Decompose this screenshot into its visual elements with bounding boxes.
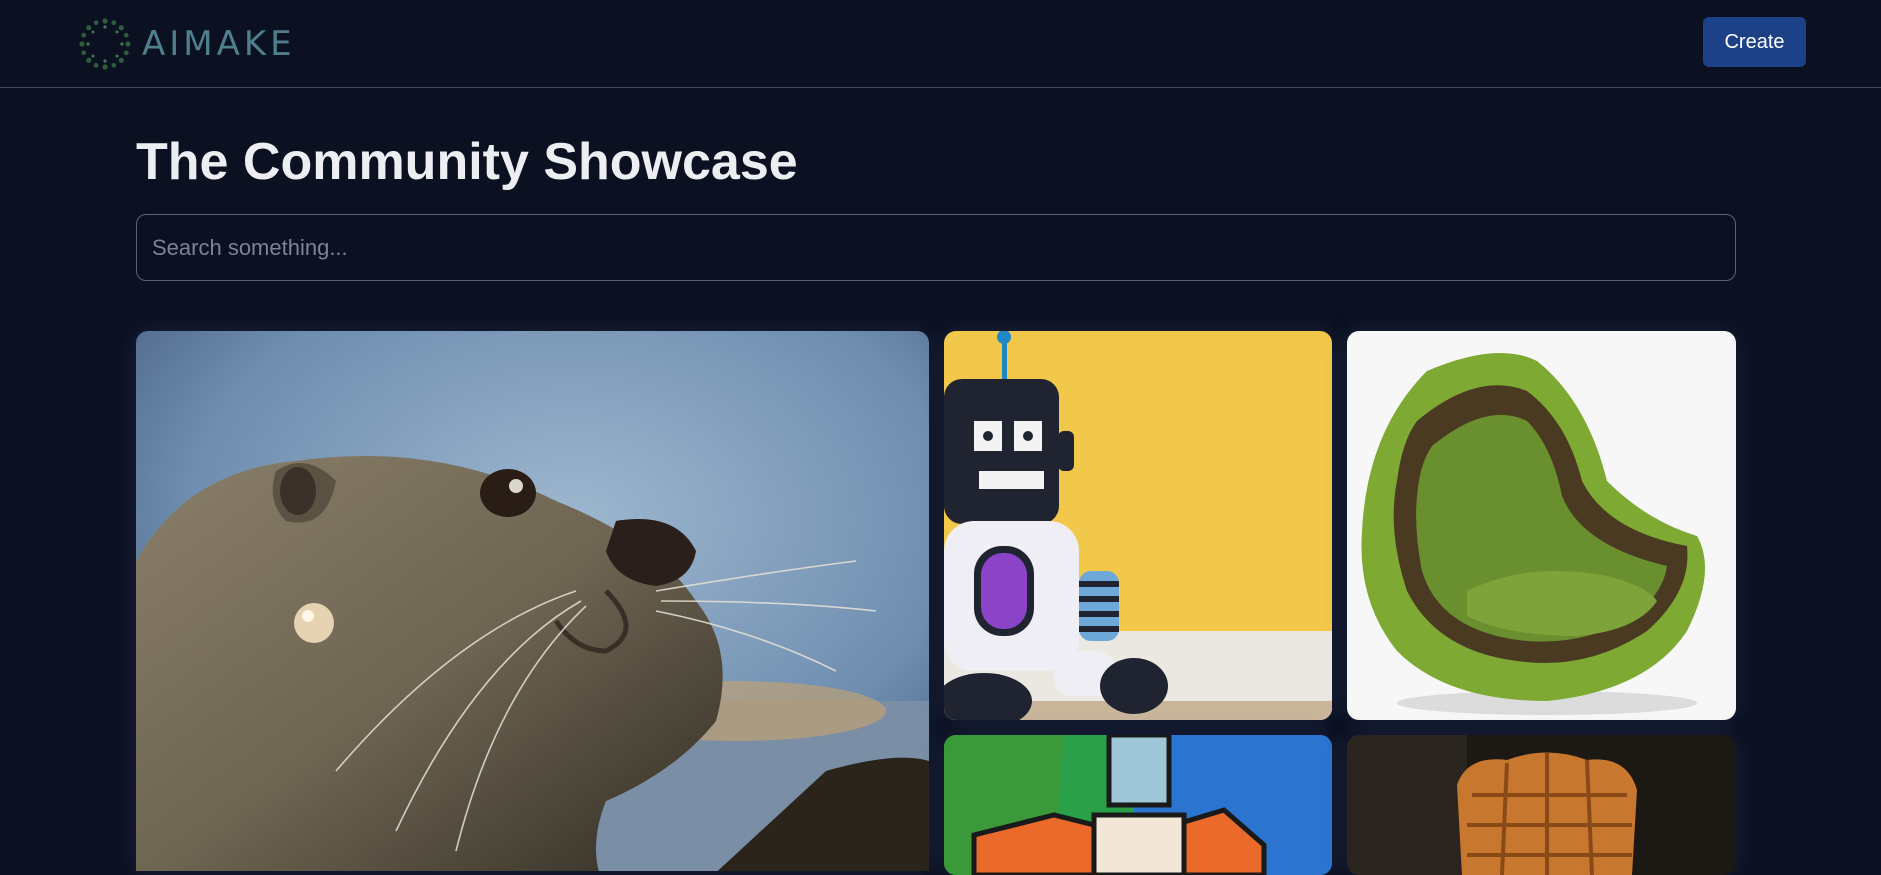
search-input[interactable] [136,214,1736,281]
top-nav-bar: AIMAKE Create [0,0,1881,88]
gallery-item-avocado-chair[interactable] [1347,331,1736,720]
otter-portrait-image [136,331,929,871]
page-title: The Community Showcase [136,133,798,191]
bread-loaf-image [1347,735,1736,875]
logo[interactable]: AIMAKE [78,16,296,72]
gallery-item-bread[interactable] [1347,735,1736,875]
gallery-item-robot-painting[interactable] [944,735,1332,875]
create-button[interactable]: Create [1703,17,1806,67]
plush-robot-image [944,331,1332,720]
avocado-chair-image [1347,331,1736,720]
logo-text: AIMAKE [142,24,296,64]
gallery-item-otter[interactable] [136,331,929,871]
dotted-ring-logo-icon [79,18,131,70]
robot-painting-image [944,735,1332,875]
gallery-item-plush-robot[interactable] [944,331,1332,720]
